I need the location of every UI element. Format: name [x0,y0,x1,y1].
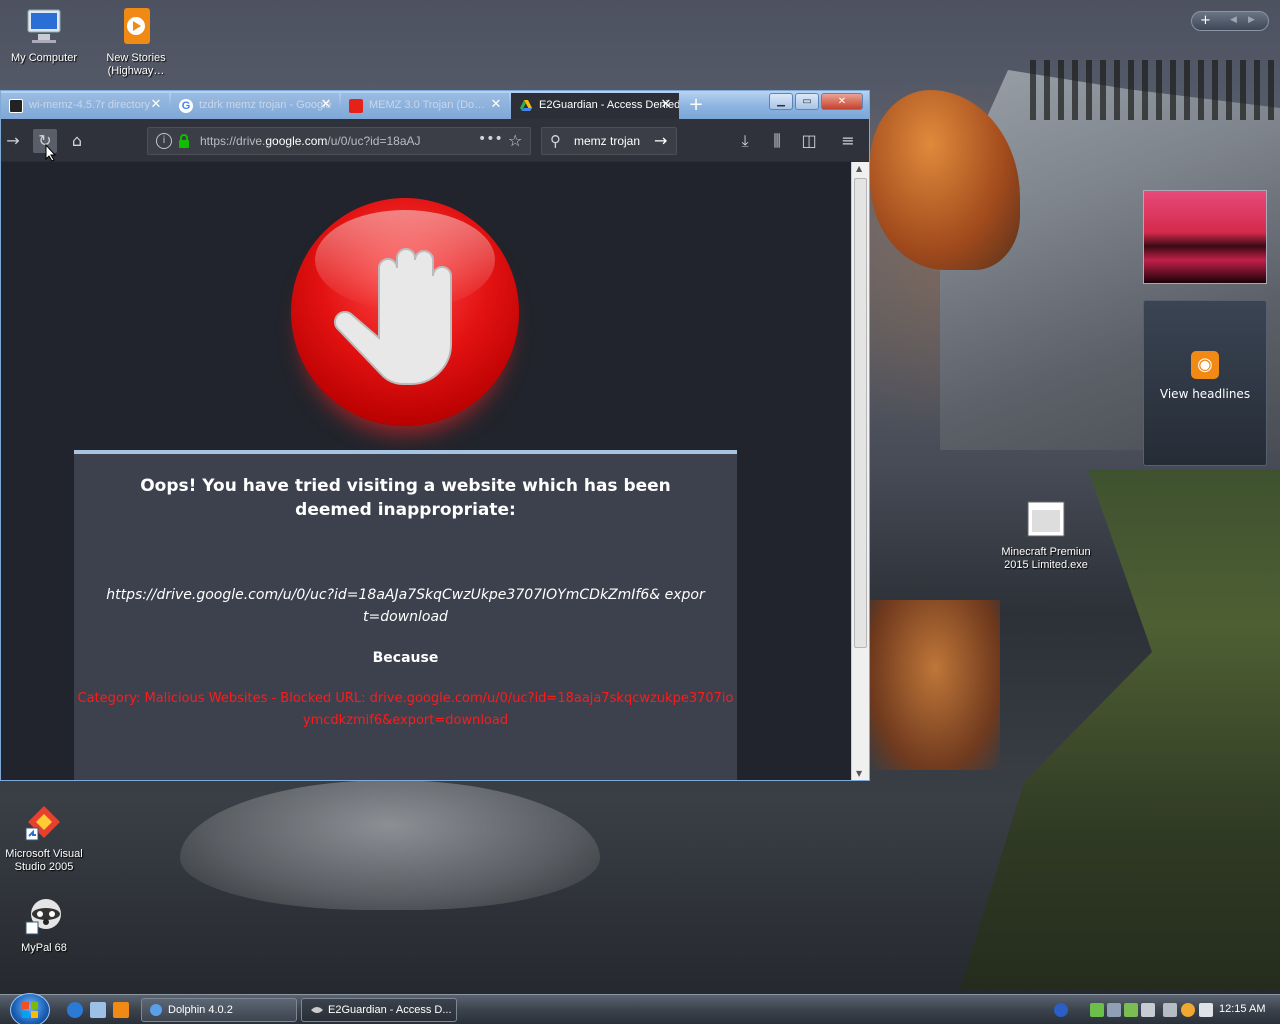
show-desktop-icon[interactable] [90,1002,106,1018]
url-text: https://drive.google.com/u/0/uc?id=18aAJ [200,134,421,148]
network-icon[interactable] [1090,1003,1104,1017]
rss-icon: ◉ [1191,351,1219,379]
search-go-icon[interactable]: → [654,131,667,150]
hamburger-menu-icon[interactable]: ≡ [836,129,860,153]
tab-google-search[interactable]: G tzdrk memz trojan - Google ✕ [171,93,339,119]
search-query: memz trojan [574,134,641,148]
home-icon[interactable]: ⌂ [65,129,89,153]
desktop-icon-label: MyPal 68 [21,942,67,954]
tab-label: MEMZ 3.0 Trojan (Do… [369,99,486,111]
block-message-panel: Oops! You have tried visiting a website … [74,450,737,780]
google-icon: G [179,99,193,113]
sidebar-controls[interactable]: + ◀ ▶ [1191,11,1269,31]
page-scrollbar[interactable]: ▲ ▼ [851,162,869,780]
scroll-up-icon[interactable]: ▲ [856,164,862,173]
taskbar: Dolphin 4.0.2 E2Guardian - Access D... 1… [0,993,1280,1024]
mouse-cursor-icon [45,144,57,162]
bookmark-star-icon[interactable]: ☆ [508,131,522,150]
task-label: E2Guardian - Access D... [328,1004,452,1016]
wallpaper-trees [1030,60,1280,120]
visual-studio-icon [24,802,64,842]
minimize-button[interactable]: ▁ [769,93,793,110]
internet-explorer-icon[interactable] [67,1002,83,1018]
close-icon[interactable]: ✕ [319,97,333,111]
slideshow-gadget[interactable] [1143,190,1267,284]
desktop-icon-label: Microsoft Visual Studio 2005 [5,848,83,873]
desktop-icon-label: My Computer [10,52,78,64]
close-icon[interactable]: ✕ [149,97,163,111]
tab-youtube[interactable]: MEMZ 3.0 Trojan (Do… ✕ [341,93,509,119]
scroll-thumb[interactable] [854,178,867,648]
browser-tab-strip: wi-memz-4.5.7r directory ✕ G tzdrk memz … [1,91,869,119]
language-icon[interactable] [1199,1003,1213,1017]
navigation-toolbar: → ↻ ⌂ i https://drive.google.com/u/0/uc?… [1,119,869,161]
forward-arrow-icon[interactable]: → [1,129,25,153]
stop-hand-icon [291,198,519,426]
search-bar[interactable]: ⚲ memz trojan → [541,127,677,155]
media-player-icon[interactable] [113,1002,129,1018]
view-headlines-link[interactable]: View headlines [1144,387,1266,401]
scroll-down-icon[interactable]: ▼ [856,769,862,778]
computer-icon [24,6,64,46]
help-icon[interactable] [1054,1003,1068,1017]
tab-archive[interactable]: wi-memz-4.5.7r directory ✕ [1,93,169,119]
blocked-url-text: https://drive.google.com/u/0/uc?id=18aAJ… [106,587,705,625]
archive-icon [9,99,23,113]
search-tray-icon[interactable] [1181,1003,1195,1017]
browser-icon [310,1004,324,1016]
tab-label: wi-memz-4.5.7r directory [29,99,151,111]
page-actions-icon[interactable]: ••• [478,131,503,147]
desktop-icon-minecraft-exe[interactable]: Minecraft Premiun 2015 Limited.exe [1000,500,1092,572]
desktop-icon-label: New Stories (Highway… [106,52,166,77]
search-icon: ⚲ [550,132,561,150]
chevron-right-icon[interactable]: ▶ [1248,15,1255,25]
desktop-icon-my-computer[interactable]: My Computer [4,6,84,65]
close-icon[interactable]: ✕ [659,97,673,111]
media-player-icon [116,6,156,46]
youtube-icon [349,99,363,113]
task-button-e2guardian[interactable]: E2Guardian - Access D... [301,998,457,1022]
sidebar-toggle-icon[interactable]: ◫ [797,129,821,153]
info-icon[interactable]: i [156,133,172,149]
page-title: Oops! You have tried visiting a website … [140,476,671,520]
wallpaper-lake-rock [180,780,600,910]
tab-label: E2Guardian - Access Denied [539,99,679,111]
desktop-icon-visual-studio[interactable]: Microsoft Visual Studio 2005 [4,802,84,874]
clock[interactable]: 12:15 AM [1219,1003,1265,1015]
display-icon[interactable] [1163,1003,1177,1017]
volume-icon[interactable] [1141,1003,1155,1017]
lock-icon [178,134,190,148]
dolphin-icon [150,1004,162,1016]
start-button[interactable] [10,993,50,1024]
url-bar[interactable]: i https://drive.google.com/u/0/uc?id=18a… [147,127,531,155]
browser-window: wi-memz-4.5.7r directory ✕ G tzdrk memz … [0,90,870,781]
wallpaper-reflection [870,600,1000,770]
close-icon[interactable]: ✕ [489,97,503,111]
drive-icon [519,99,533,113]
add-gadget-button[interactable]: + [1200,13,1211,28]
downloads-icon[interactable]: ⤓ [733,129,757,153]
tab-e2guardian[interactable]: E2Guardian - Access Denied ✕ [511,93,679,119]
chevron-left-icon[interactable]: ◀ [1230,15,1237,25]
block-reason: Category: Malicious Websites - Blocked U… [77,691,734,728]
because-label: Because [372,650,439,666]
task-button-dolphin[interactable]: Dolphin 4.0.2 [141,998,297,1022]
safely-remove-icon[interactable] [1107,1003,1121,1017]
exe-window-icon [1026,500,1066,540]
new-tab-button[interactable]: + [685,95,707,115]
feed-headlines-gadget[interactable]: ◉ View headlines [1143,300,1267,466]
security-icon[interactable] [1124,1003,1138,1017]
desktop-icon-mypal[interactable]: MyPal 68 [4,896,84,955]
desktop-icon-new-stories[interactable]: New Stories (Highway… [96,6,176,78]
desktop-icon-label: Minecraft Premiun 2015 Limited.exe [1001,546,1091,571]
maximize-button[interactable]: ▭ [795,93,819,110]
library-icon[interactable]: ⫼ [765,129,789,153]
raccoon-icon [24,896,64,936]
task-label: Dolphin 4.0.2 [168,1004,233,1016]
window-close-button[interactable]: ✕ [821,93,863,110]
tab-label: tzdrk memz trojan - Google [199,99,332,111]
page-content: Oops! You have tried visiting a website … [1,162,851,780]
